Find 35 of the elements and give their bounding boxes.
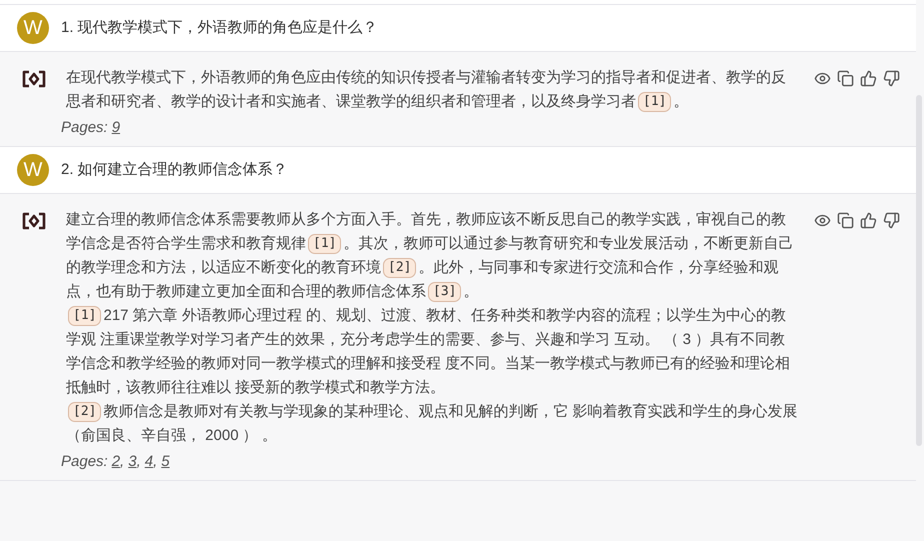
pages-label: Pages: [61, 118, 108, 138]
thumbs-up-icon[interactable] [860, 212, 877, 229]
separator: , [120, 452, 124, 472]
citation-link[interactable]: [1] [638, 92, 672, 112]
page-link[interactable]: 4 [144, 450, 154, 474]
citation-link[interactable]: [2] [383, 258, 416, 278]
logo-icon [22, 70, 46, 88]
separator: , [153, 452, 158, 472]
citation-link[interactable]: [1] [68, 306, 102, 326]
view-icon[interactable] [814, 70, 831, 87]
citation-link[interactable]: [1] [308, 234, 342, 254]
citation-link[interactable]: [3] [428, 282, 462, 302]
page-link[interactable]: 9 [112, 116, 120, 140]
page-link[interactable]: 2 [112, 450, 120, 474]
reference-text: [1] 217 第六章 外语教师心理过程 的、规划、过渡、教材、任务种类和教学内容的流程；以学生为中心的教学观 注重课堂教学对学习者产生的效果，充分考虑学生的需要、参与、兴趣和学习 互动。 （ 3 ）具有不同教学信念和教学经验的教师对同一教学模式的理解和接受程 度不同。当某一教学模式与教师已有的经验和理论相抵触时，该教师往往难以 接受新的教学模式和教学方法。 [66, 305, 792, 398]
question-text: 2. 如何建立合理的教师信念体系？ [61, 160, 288, 180]
answer-text: 建立合理的教师信念体系需要教师从多个方面入手。首先，教师应该不断反思自己的教学实践，审视自己的教学信念是否符合学生需求和教育规律 [1] 。其次，教师可以通过参与教育研究和专业发展活动，不断更新自己的教学理念和方法，以适应不断变化的教育环境 [2] 。此外，与同事和专家进行交流和合作，分享经验和观点，也有助于教师建立更加全面和合理的教师信念体系 [3] 。 [66, 208, 804, 304]
separator: , [136, 452, 141, 472]
page-link[interactable]: 5 [161, 450, 170, 474]
view-icon[interactable] [814, 212, 831, 229]
copy-icon[interactable] [837, 70, 854, 87]
thumbs-down-icon[interactable] [883, 212, 900, 229]
page-link[interactable]: 3 [128, 450, 137, 474]
thumbs-down-icon[interactable] [883, 70, 900, 87]
user-avatar: W [17, 154, 49, 186]
scrollbar[interactable] [916, 95, 922, 446]
copy-icon[interactable] [837, 212, 854, 229]
citation-link[interactable]: [2] [68, 402, 102, 422]
answer-text: 在现代教学模式下，外语教师的角色应由传统的知识传授者与灌输者转变为学习的指导者和促进者、教学的反思者和研究者、教学的设计者和实施者、课堂教学的组织者和管理者，以及终身学习者 [1] 。 [66, 66, 804, 114]
user-avatar: W [17, 12, 49, 44]
reference-text: [2] 教师信念是教师对有关教与学现象的某种理论、观点和见解的判断，它 影响着教育实践和学生的身心发展（俞国良、辛自强， 2000 ） 。 [66, 401, 799, 446]
pages-label: Pages: [61, 452, 108, 472]
question-text: 1. 现代教学模式下，外语教师的角色应是什么？ [61, 18, 378, 38]
thumbs-up-icon[interactable] [860, 70, 877, 87]
logo-icon [22, 212, 46, 230]
